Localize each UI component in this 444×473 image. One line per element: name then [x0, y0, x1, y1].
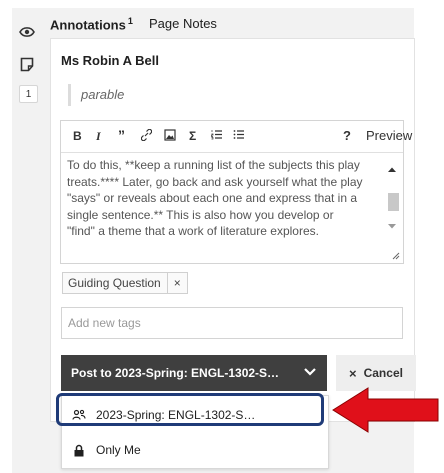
- bulleted-list-icon: [233, 130, 244, 139]
- cancel-icon: ×: [349, 365, 357, 381]
- bold-button[interactable]: B: [73, 129, 82, 143]
- markdown-editor: B I ” Σ ? Preview To do this, **keep a r…: [60, 120, 412, 264]
- tab-annotations[interactable]: Annotations 1: [50, 16, 133, 32]
- image-button[interactable]: [164, 129, 176, 144]
- eye-icon: [19, 27, 35, 37]
- preview-button[interactable]: Preview: [366, 128, 412, 143]
- image-icon: [164, 129, 176, 141]
- page-notes-button[interactable]: [15, 52, 39, 76]
- quote-button[interactable]: ”: [118, 127, 125, 143]
- menu-item-only-me-label: Only Me: [96, 443, 141, 457]
- numbered-list-button[interactable]: [211, 129, 223, 143]
- link-button[interactable]: [140, 128, 153, 144]
- italic-button[interactable]: I: [96, 129, 101, 144]
- lock-icon: [72, 444, 86, 457]
- annotation-count-badge[interactable]: 1: [19, 85, 38, 103]
- remove-tag-button[interactable]: ×: [166, 273, 187, 293]
- annotation-quote: parable: [68, 84, 124, 106]
- post-button[interactable]: Post to 2023-Spring: ENGL-1302-S…: [61, 355, 327, 391]
- highlight-box: [56, 393, 324, 426]
- scroll-up-icon[interactable]: [385, 165, 399, 175]
- post-button-label: Post to 2023-Spring: ENGL-1302-S…: [71, 366, 280, 380]
- help-button[interactable]: ?: [343, 128, 351, 143]
- link-icon: [140, 128, 153, 142]
- scroll-down-icon[interactable]: [385, 221, 399, 231]
- resize-handle-icon[interactable]: [391, 251, 400, 260]
- tab-annotations-count: 1: [127, 16, 133, 26]
- math-button[interactable]: Σ: [189, 129, 196, 143]
- cancel-button-label: Cancel: [363, 366, 403, 380]
- annotation-body-text[interactable]: To do this, **keep a running list of the…: [67, 157, 363, 240]
- annotation-author[interactable]: Ms Robin A Bell: [61, 53, 159, 68]
- menu-item-only-me[interactable]: Only Me: [62, 433, 328, 467]
- numbered-list-icon: [211, 130, 222, 140]
- add-tags-input[interactable]: [61, 307, 403, 339]
- chevron-down-icon[interactable]: [303, 367, 317, 377]
- arrow-left-icon: [332, 387, 439, 433]
- tag-guiding-question: Guiding Question ×: [62, 272, 188, 294]
- tag-label[interactable]: Guiding Question: [63, 276, 167, 290]
- editor-toolbar: B I ” Σ ? Preview: [61, 121, 412, 153]
- page-note-icon: [20, 57, 34, 71]
- scrollbar-thumb[interactable]: [388, 193, 399, 211]
- bulleted-list-button[interactable]: [233, 129, 245, 143]
- quote-icon: ”: [118, 127, 125, 143]
- tab-annotations-label: Annotations: [50, 17, 126, 33]
- show-highlights-button[interactable]: [15, 20, 39, 44]
- editor-scrollbar[interactable]: [385, 161, 399, 249]
- tab-page-notes[interactable]: Page Notes: [149, 16, 217, 31]
